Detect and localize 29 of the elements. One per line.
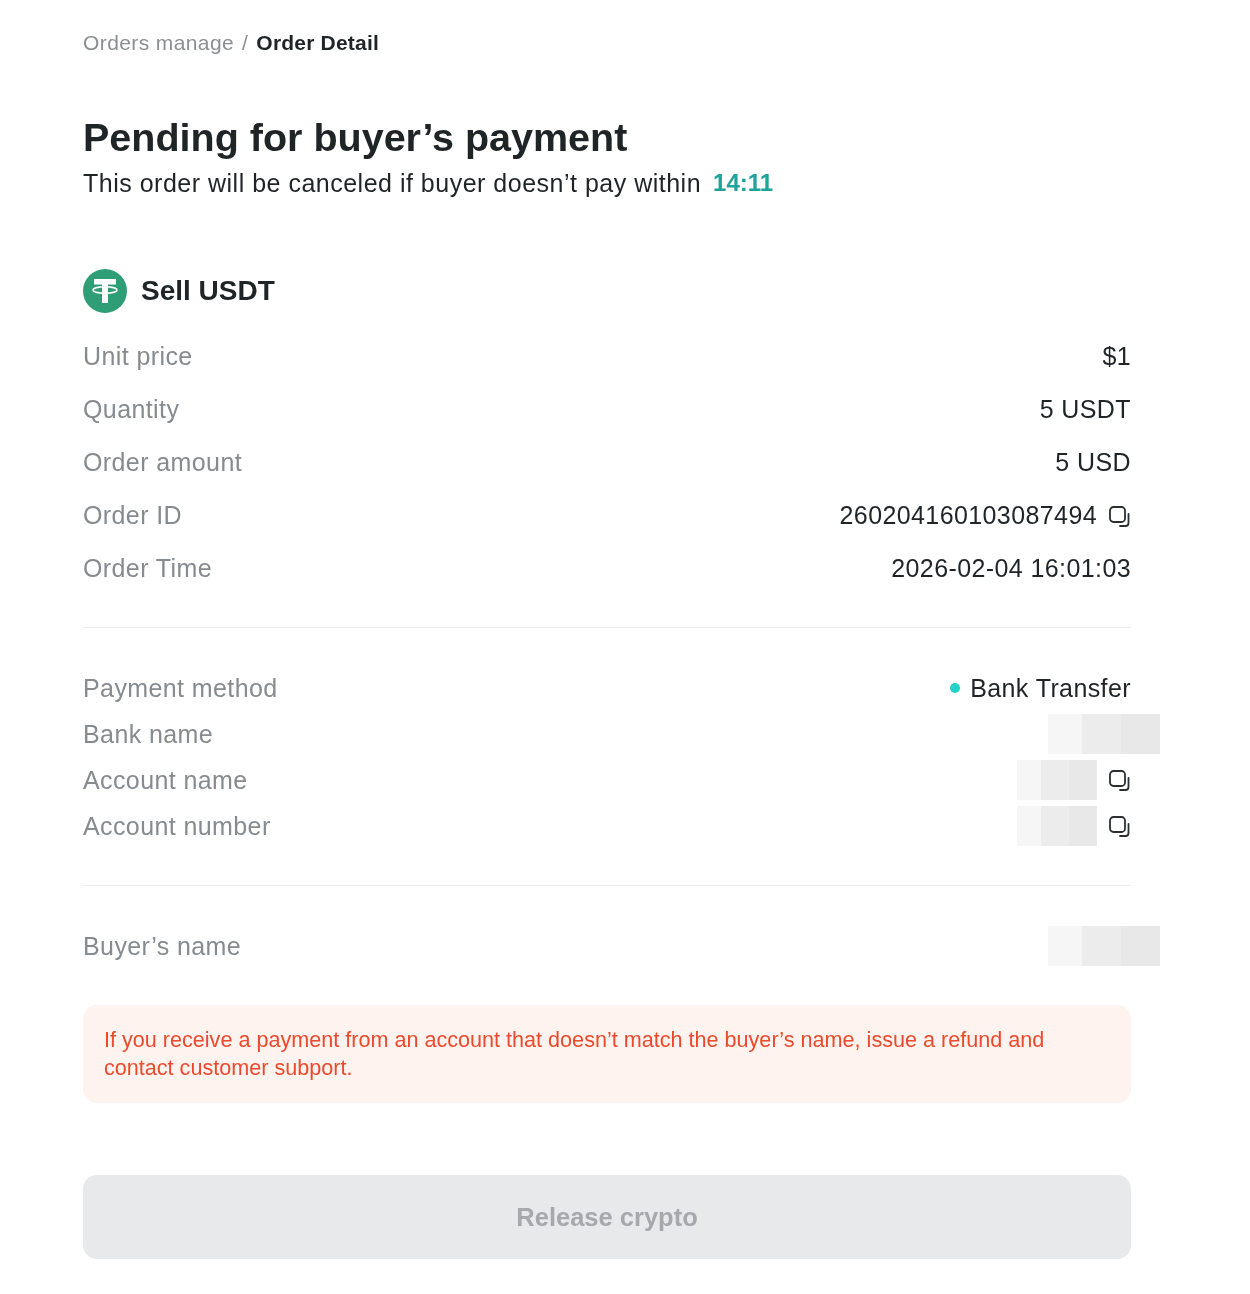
row-label: Buyer’s name xyxy=(83,931,242,961)
order-title: Sell USDT xyxy=(141,275,275,307)
page-title: Pending for buyer’s payment xyxy=(83,114,629,161)
row-label: Quantity xyxy=(83,395,180,424)
breadcrumb-separator: / xyxy=(242,31,249,55)
breadcrumb-link[interactable]: Orders manage xyxy=(83,31,235,55)
row-value: 5 USD xyxy=(1055,448,1131,477)
row-label: Account number xyxy=(83,811,271,841)
payment-method-value: Bank Transfer xyxy=(970,673,1131,703)
row-label: Payment method xyxy=(83,673,278,703)
row-label: Order amount xyxy=(83,448,243,477)
row-value: $1 xyxy=(1102,342,1131,371)
row-value: 5 USDT xyxy=(1039,395,1131,424)
row-label: Bank name xyxy=(83,719,214,749)
row-value: 260204160103087494 xyxy=(839,501,1097,530)
row-label: Order ID xyxy=(83,501,183,530)
row-label: Order Time xyxy=(83,554,213,583)
copy-icon[interactable] xyxy=(1107,503,1131,528)
status-dot-icon xyxy=(950,683,961,693)
countdown-timer: 14:11 xyxy=(713,168,774,198)
warning-message: If you receive a payment from an account that doesn’t match the buyer’s name, issue a refund and contact customer subport. xyxy=(83,1005,1131,1103)
row-label: Account name xyxy=(83,765,248,795)
copy-icon[interactable] xyxy=(1107,814,1131,838)
row-value: 2026-02-04 16:01:03 xyxy=(891,554,1131,583)
copy-icon[interactable] xyxy=(1107,768,1131,792)
row-label: Unit price xyxy=(83,342,193,371)
tether-coin-icon xyxy=(83,269,127,313)
cancel-notice: This order will be canceled if buyer doesn’t pay within xyxy=(83,168,702,198)
breadcrumb-link[interactable]: Order Detail xyxy=(256,31,379,55)
